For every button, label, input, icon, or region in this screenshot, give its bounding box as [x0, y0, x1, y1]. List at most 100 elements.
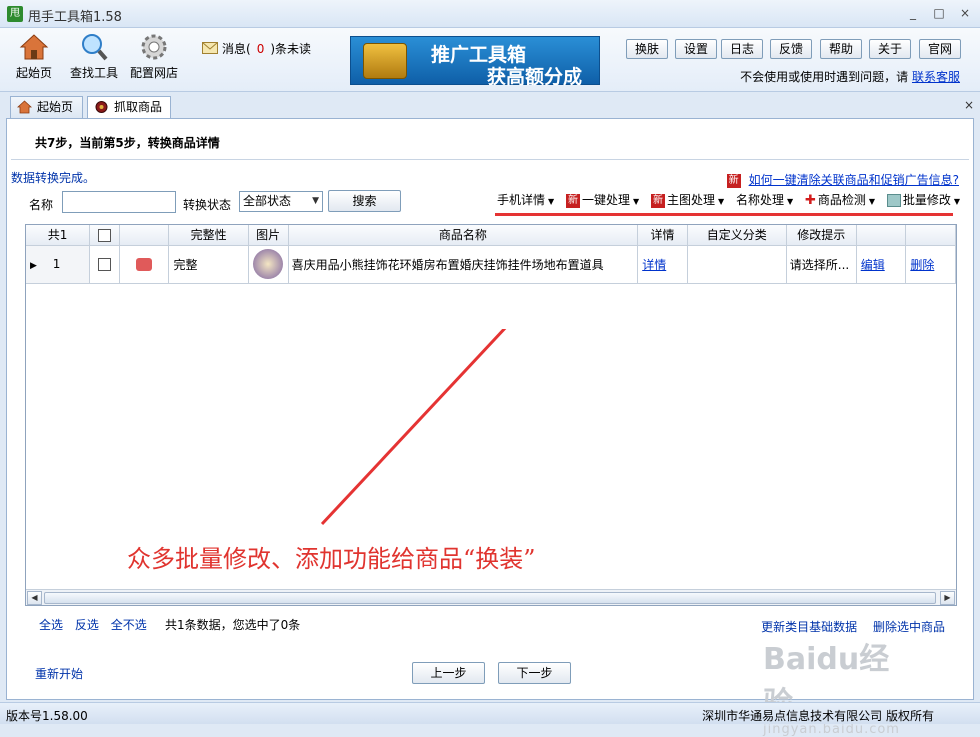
- search-button[interactable]: 搜索: [328, 190, 401, 212]
- about-button[interactable]: 关于: [869, 39, 911, 59]
- state-select[interactable]: 全部状态 ▼: [239, 191, 323, 212]
- banner-line2: 获高额分成: [487, 66, 583, 88]
- selection-summary: 共1条数据，您选中了0条: [165, 618, 301, 632]
- main-image-menu[interactable]: 新主图处理 ▼: [651, 193, 725, 208]
- col-header-hint: 修改提示: [786, 225, 857, 246]
- status-bar: 版本号1.58.00 深圳市华通易点信息技术有限公司 版权所有: [0, 702, 980, 724]
- select-all-checkbox[interactable]: [97, 228, 111, 242]
- select-none-link[interactable]: 全不选: [111, 618, 147, 632]
- scroll-left-icon[interactable]: ◀: [27, 591, 42, 605]
- col-header-check[interactable]: [89, 225, 120, 246]
- new-tag-icon: 新: [566, 193, 580, 208]
- edit-link[interactable]: 编辑: [861, 258, 885, 272]
- product-name-cell: 喜庆用品小熊挂饰花环婚房布置婚庆挂饰挂件场地布置道具: [288, 245, 639, 284]
- tab-fetch-products[interactable]: 抓取商品: [87, 96, 171, 119]
- detail-link[interactable]: 详情: [642, 258, 666, 272]
- help-button[interactable]: 帮助: [820, 39, 862, 59]
- image-cell: [248, 245, 289, 284]
- faq-link-wrap: 新如何一键清除关联商品和促销广告信息?: [726, 171, 959, 188]
- log-button[interactable]: 日志: [721, 39, 763, 59]
- mobile-detail-menu[interactable]: 手机详情 ▼: [497, 193, 554, 207]
- baidu-watermark: Baidu经验 jingyan.baidu.com: [763, 642, 900, 737]
- treasure-chest-icon: [363, 43, 407, 79]
- annotation-underline: [495, 213, 953, 216]
- window-title: 甩手工具箱1.58: [28, 10, 122, 25]
- config-shop-button[interactable]: 配置网店: [128, 32, 180, 81]
- row-index-cell: ▶ 1: [26, 245, 91, 284]
- contact-support-link[interactable]: 联系客服: [912, 70, 960, 84]
- col-header-category: 自定义分类: [687, 225, 787, 246]
- name-input[interactable]: [62, 191, 176, 213]
- product-check-menu[interactable]: ✚ 商品检测 ▼: [805, 193, 876, 208]
- tab-bar: 起始页 抓取商品 ×: [0, 93, 980, 119]
- faq-link[interactable]: 如何一键清除关联商品和促销广告信息?: [749, 173, 959, 187]
- skin-button[interactable]: 换肤: [626, 39, 668, 59]
- version-text: 版本号1.58.00: [6, 709, 88, 723]
- prev-step-button[interactable]: 上一步: [412, 662, 485, 684]
- chevron-down-icon: ▼: [953, 197, 961, 206]
- row-checkbox-cell[interactable]: [89, 245, 120, 284]
- table-row[interactable]: ▶ 1 完整 喜庆用品小熊挂饰花环婚房布置婚庆挂饰挂件场地布置道具 详情 请选择…: [26, 245, 956, 284]
- chevron-down-icon: ▼: [868, 197, 876, 206]
- category-cell[interactable]: [687, 245, 787, 284]
- minimize-button[interactable]: _: [902, 4, 924, 22]
- website-button[interactable]: 官网: [919, 39, 961, 59]
- magnifier-icon: [82, 34, 108, 61]
- steps-title: 共7步，当前第5步，转换商品详情: [35, 136, 220, 150]
- table-header-row: 共1 完整性 图片 商品名称 详情 自定义分类 修改提示: [26, 225, 956, 246]
- promo-banner[interactable]: 推广工具箱 获高额分成: [350, 36, 600, 88]
- message-indicator[interactable]: 消息(0)条未读: [202, 40, 311, 57]
- one-click-process-menu[interactable]: 新一键处理 ▼: [566, 193, 640, 208]
- main-toolbar: 起始页 查找工具 配置网店 消息(0)条未读 推广工具箱 获高额分成 换肤 设置…: [0, 28, 980, 92]
- completeness-cell: 完整: [168, 245, 249, 284]
- detail-cell: 详情: [637, 245, 688, 284]
- close-window-button[interactable]: ×: [954, 4, 976, 22]
- app-logo-icon: 甩: [7, 6, 23, 22]
- chevron-down-icon: ▼: [548, 197, 555, 206]
- delete-selected-link[interactable]: 删除选中商品: [873, 620, 945, 634]
- house-icon: [19, 34, 49, 60]
- annotation-arrow-icon: [320, 329, 507, 526]
- feedback-button[interactable]: 反馈: [770, 39, 812, 59]
- flag-icon: [136, 258, 153, 271]
- settings-button[interactable]: 设置: [675, 39, 717, 59]
- select-all-link[interactable]: 全选: [39, 618, 63, 632]
- invert-selection-link[interactable]: 反选: [75, 618, 99, 632]
- delete-cell: 删除: [905, 245, 956, 284]
- name-label: 名称: [29, 198, 54, 212]
- update-category-link[interactable]: 更新类目基础数据: [761, 620, 857, 634]
- next-step-button[interactable]: 下一步: [498, 662, 571, 684]
- selection-links: 全选 反选 全不选: [39, 616, 155, 633]
- help-text: 不会使用或使用时遇到问题，请 联系客服: [740, 70, 960, 84]
- find-tools-button[interactable]: 查找工具: [68, 32, 120, 81]
- annotation-text: 众多批量修改、添加功能给商品“换装”: [127, 545, 536, 573]
- product-thumbnail[interactable]: [253, 249, 284, 279]
- gear-icon: [141, 34, 167, 60]
- footer-action-links: 更新类目基础数据 删除选中商品: [749, 618, 945, 635]
- col-header-edit: [856, 225, 907, 246]
- divider: [11, 159, 969, 160]
- bug-icon: [95, 101, 108, 113]
- scroll-right-icon[interactable]: ▶: [940, 591, 955, 605]
- chevron-down-icon: ▼: [633, 197, 640, 206]
- batch-edit-menu[interactable]: 批量修改 ▼: [886, 193, 961, 207]
- restart-link[interactable]: 重新开始: [35, 665, 83, 682]
- close-tab-icon[interactable]: ×: [964, 98, 974, 112]
- new-tag-icon: 新: [651, 193, 665, 208]
- title-bar: 甩 甩手工具箱1.58 _ □ ×: [0, 0, 980, 28]
- col-header-count: 共1: [26, 225, 91, 246]
- chevron-down-icon: ▼: [718, 197, 725, 206]
- maximize-button[interactable]: □: [928, 4, 950, 22]
- tab-home[interactable]: 起始页: [10, 96, 83, 118]
- main-panel: 共7步，当前第5步，转换商品详情 数据转换完成。 新如何一键清除关联商品和促销广…: [6, 118, 974, 737]
- delete-link[interactable]: 删除: [910, 258, 934, 272]
- chevron-down-icon: ▼: [787, 197, 794, 206]
- name-process-menu[interactable]: 名称处理 ▼: [736, 193, 793, 207]
- state-label: 转换状态: [183, 198, 232, 212]
- home-tool-button[interactable]: 起始页: [14, 32, 54, 81]
- message-count: 0: [256, 42, 265, 56]
- row-marker-icon: ▶: [30, 261, 37, 271]
- new-tag-icon: 新: [726, 173, 741, 188]
- col-header-completeness: 完整性: [168, 225, 249, 246]
- row-checkbox[interactable]: [97, 258, 111, 271]
